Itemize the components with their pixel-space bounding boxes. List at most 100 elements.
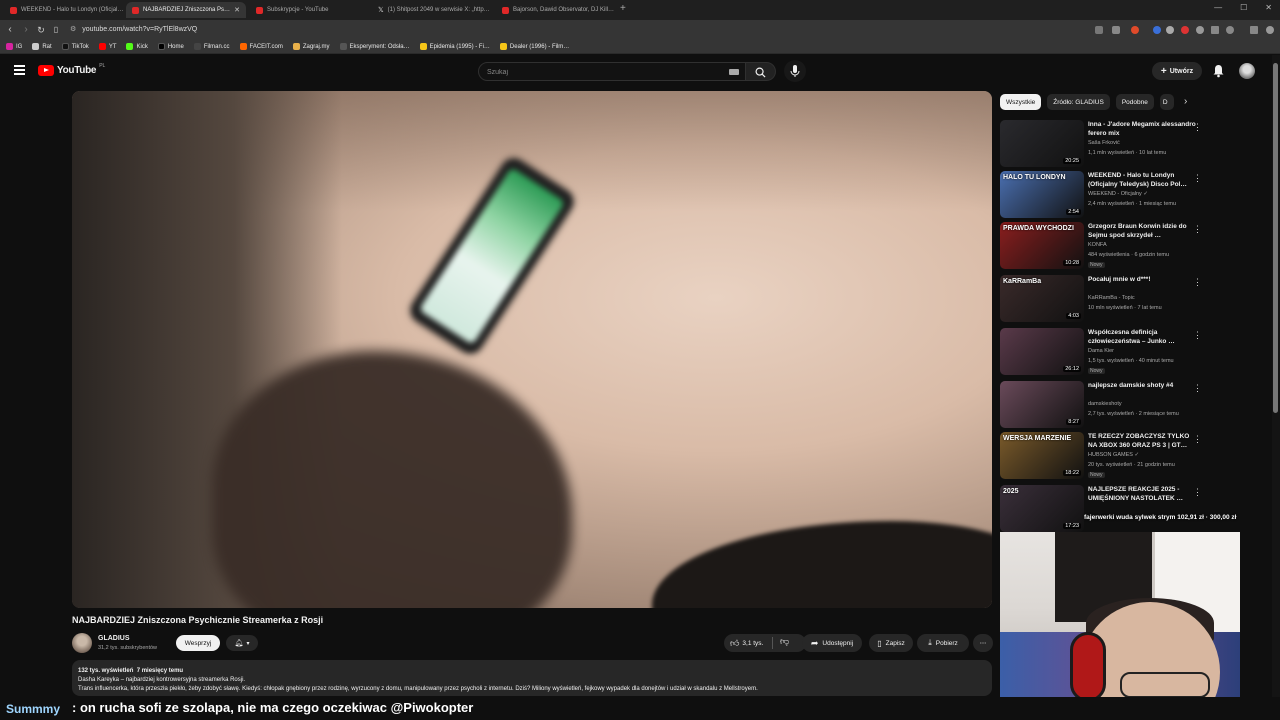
save-button[interactable]: ▯ Zapisz <box>869 634 913 652</box>
extension-icon[interactable] <box>1196 26 1204 34</box>
recommended-channel[interactable]: Dama Kier <box>1088 348 1114 354</box>
chip-source[interactable]: Źródło: GLADIUS <box>1047 94 1110 110</box>
bookmark-item[interactable]: FACEIT.com <box>239 43 283 50</box>
bookmark-item[interactable]: TikTok <box>61 43 89 50</box>
extension-icon[interactable] <box>1181 26 1189 34</box>
url-field[interactable]: ⚙ youtube.com/watch?v=RyTlEl8wzVQ <box>70 24 1080 36</box>
minimize-icon[interactable]: — <box>1214 3 1222 12</box>
recommended-title[interactable]: najlepsze damskie shoty #4 <box>1088 381 1198 390</box>
site-info-icon[interactable]: ⚙ <box>70 24 76 36</box>
subscription-bell-button[interactable]: 🔔︎ ▾ <box>226 635 258 651</box>
more-vertical-icon[interactable]: ⋮ <box>1193 277 1202 288</box>
recommended-channel[interactable]: damskieshoty <box>1088 401 1122 407</box>
recommended-title[interactable]: WEEKEND - Halo tu Londyn (Oficjalny Tele… <box>1088 171 1198 189</box>
more-vertical-icon[interactable]: ⋮ <box>1193 434 1202 445</box>
recommended-channel[interactable]: HUBSON GAMES ✓ <box>1088 452 1139 458</box>
recommended-video[interactable]: KaRRamBa 4:03 Pocałuj mnie w d***! KaRRamBa… <box>1000 275 1210 325</box>
voice-search-button[interactable] <box>784 60 806 82</box>
bookmark-item[interactable]: Home <box>157 43 184 50</box>
bookmark-item[interactable]: Rat <box>32 43 52 50</box>
brave-shield-icon[interactable] <box>1131 26 1139 34</box>
more-vertical-icon[interactable]: ⋮ <box>1193 122 1202 133</box>
more-vertical-icon[interactable]: ⋮ <box>1193 224 1202 235</box>
share-icon[interactable] <box>1112 26 1120 34</box>
reload-icon[interactable]: ↻ <box>35 23 47 37</box>
page-scrollbar[interactable] <box>1272 55 1280 697</box>
video-thumbnail[interactable]: 2025 17:23 <box>1000 485 1084 532</box>
new-tab-icon[interactable]: + <box>620 3 626 14</box>
browser-tab[interactable]: 𝕏 (1) Shitpost 2049 w serwisie X: „http… <box>372 2 492 18</box>
share-button[interactable]: ➦ Udostępnij <box>802 634 862 652</box>
more-vertical-icon[interactable]: ⋮ <box>1193 330 1202 341</box>
video-thumbnail[interactable]: 8:27 <box>1000 381 1084 428</box>
recommended-channel[interactable]: WEEKEND - Oficjalny ✓ <box>1088 191 1148 197</box>
media-icon[interactable] <box>1250 26 1258 34</box>
recommended-title[interactable]: Inna - J'adore Megamix alessandro ferero… <box>1088 120 1198 138</box>
browser-tab[interactable]: Subskrypcje - YouTube <box>250 2 370 18</box>
browser-tab[interactable]: WEEKEND - Halo tu Londyn (Oficjal… <box>4 2 124 18</box>
recommended-video[interactable]: 2025 17:23 NAJLEPSZE REAKCJE 2025 - UMIĘŚN… <box>1000 485 1210 535</box>
browser-menu-icon[interactable] <box>1266 26 1274 34</box>
search-input[interactable] <box>487 66 717 78</box>
extension-icon[interactable] <box>1095 26 1103 34</box>
recommended-video[interactable]: 26:12 Współczesna definicja człowieczeńst… <box>1000 328 1210 378</box>
recommended-channel[interactable]: KaRRamBa - Topic <box>1088 295 1135 301</box>
back-icon[interactable]: ‹ <box>4 23 16 37</box>
create-button[interactable]: + Utwórz <box>1152 62 1202 80</box>
extension-icon[interactable] <box>1166 26 1174 34</box>
scrollbar-thumb[interactable] <box>1273 63 1278 413</box>
video-thumbnail[interactable]: 26:12 <box>1000 328 1084 375</box>
recommended-video[interactable]: WERSJA MARZENIE 18:22 TE RZECZY ZOBACZYSZ … <box>1000 432 1210 482</box>
youtube-logo[interactable]: YouTube PL <box>38 63 105 76</box>
search-box[interactable] <box>478 62 746 81</box>
bookmark-item[interactable]: Dealer (1996) - Film… <box>499 43 569 50</box>
more-vertical-icon[interactable]: ⋮ <box>1193 173 1202 184</box>
video-description[interactable]: 132 tys. wyświetleń 7 miesięcy temu Dash… <box>72 660 992 696</box>
maximize-icon[interactable]: ☐ <box>1240 3 1247 12</box>
video-thumbnail[interactable]: PRAWDA WYCHODZI 10:28 <box>1000 222 1084 269</box>
video-player[interactable] <box>72 91 992 608</box>
bookmark-item[interactable]: Filman.cc <box>193 43 230 50</box>
chevron-right-icon[interactable]: › <box>1184 96 1187 107</box>
close-window-icon[interactable]: ✕ <box>1265 3 1272 12</box>
channel-name[interactable]: GLADIUS <box>98 635 130 642</box>
bookmark-item[interactable]: Zagraj.my <box>292 43 330 50</box>
like-button[interactable]: 👍︎ 3,1 tys. <box>730 638 763 649</box>
notifications-button[interactable] <box>1212 64 1225 83</box>
channel-avatar[interactable] <box>72 633 92 653</box>
recommended-video[interactable]: PRAWDA WYCHODZI 10:28 Grzegorz Braun Korwi… <box>1000 222 1210 272</box>
bookmark-page-icon[interactable]: ▯ <box>50 23 62 37</box>
recommended-title[interactable]: NAJLEPSZE REAKCJE 2025 - UMIĘŚNIONY NAST… <box>1088 485 1198 503</box>
bookmark-item[interactable]: Eksperyment: Odsła… <box>339 43 410 50</box>
recommended-title[interactable]: Grzegorz Braun Korwin idzie do Sejmu spo… <box>1088 222 1198 240</box>
video-thumbnail[interactable]: 20:25 <box>1000 120 1084 167</box>
bookmark-item[interactable]: YT <box>98 43 116 50</box>
more-vertical-icon[interactable]: ⋮ <box>1193 383 1202 394</box>
recommended-title[interactable]: Współczesna definicja człowieczeństwa – … <box>1088 328 1198 346</box>
chip-all[interactable]: Wszystkie <box>1000 94 1042 110</box>
recommended-video[interactable]: HALO TU LONDYN 2:54 WEEKEND - Halo tu Lond… <box>1000 171 1210 221</box>
recommended-video[interactable]: 20:25 Inna - J'adore Megamix alessandro f… <box>1000 120 1210 170</box>
browser-tab[interactable]: Bajorson, Dawid Observator, DJ Kill… <box>496 2 616 18</box>
video-thumbnail[interactable]: WERSJA MARZENIE 18:22 <box>1000 432 1084 479</box>
account-avatar[interactable] <box>1239 63 1255 79</box>
extensions-puzzle-icon[interactable] <box>1226 26 1234 34</box>
recommended-channel[interactable]: Saša Frković <box>1088 140 1120 146</box>
dislike-button[interactable]: 👎︎ <box>780 636 789 647</box>
video-thumbnail[interactable]: HALO TU LONDYN 2:54 <box>1000 171 1084 218</box>
chip-similar[interactable]: Podobne <box>1115 94 1154 110</box>
support-button[interactable]: Wesprzyj <box>176 635 220 651</box>
search-button[interactable] <box>746 62 776 81</box>
bookmark-item[interactable]: Kick <box>126 43 148 50</box>
more-vertical-icon[interactable]: ⋮ <box>1193 487 1202 498</box>
close-tab-icon[interactable]: ✕ <box>234 6 240 14</box>
recommended-title[interactable]: Pocałuj mnie w d***! <box>1088 275 1198 284</box>
forward-icon[interactable]: › <box>20 23 32 37</box>
extension-icon[interactable] <box>1153 26 1161 34</box>
recommended-video[interactable]: 8:27 najlepsze damskie shoty #4 damskiesho… <box>1000 381 1210 431</box>
video-thumbnail[interactable]: KaRRamBa 4:03 <box>1000 275 1084 322</box>
chip-more[interactable]: D <box>1159 94 1174 110</box>
hamburger-menu-icon[interactable] <box>14 65 25 75</box>
bookmark-item[interactable]: IG <box>6 43 22 50</box>
browser-tab-active[interactable]: NAJBARDZIEJ Zniszczona Ps… ✕ <box>126 2 246 18</box>
